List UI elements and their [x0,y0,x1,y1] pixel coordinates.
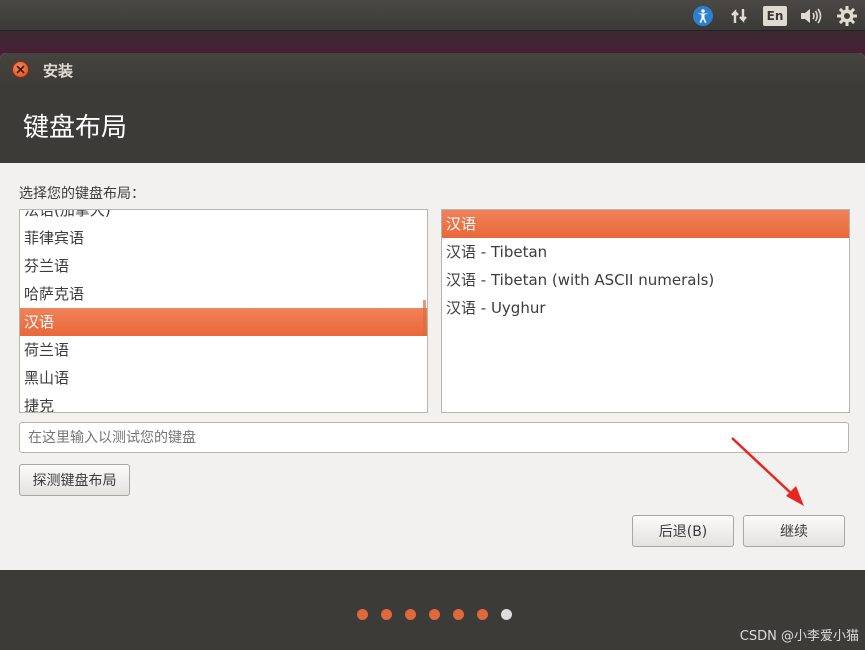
list-item[interactable]: 荷兰语 [20,336,427,364]
progress-dot [357,609,368,620]
list-item-selected[interactable]: 汉语 [442,210,849,238]
list-item-selected[interactable]: 汉语 [20,308,427,336]
list-item[interactable]: 捷克 [20,392,427,412]
keyboard-variant-list-items: 汉语 汉语 - Tibetan 汉语 - Tibetan (with ASCII… [442,210,849,322]
page-title: 键盘布局 [23,113,128,143]
accessibility-icon[interactable] [691,4,715,28]
close-window-button[interactable] [12,61,29,78]
annotation-arrow-icon [731,437,804,506]
close-icon [16,65,25,74]
watermark: CSDN @小李爱小猫 [739,629,859,644]
list-item[interactable]: 法语(加拿大) [20,210,427,224]
list-item[interactable]: 汉语 - Tibetan (with ASCII numerals) [442,266,849,294]
window-title: 安装 [43,62,74,80]
page-header: 键盘布局 [0,87,865,163]
list-item[interactable]: 芬兰语 [20,252,427,280]
network-transfer-icon[interactable] [727,4,751,28]
keyboard-layout-list[interactable]: 法语(加拿大) 菲律宾语 芬兰语 哈萨克语 汉语 荷兰语 黑山语 捷克 [19,209,428,413]
keyboard-test-input[interactable] [19,422,849,453]
list-item[interactable]: 汉语 - Tibetan [442,238,849,266]
progress-dot-current [501,609,512,620]
keyboard-variant-list[interactable]: 汉语 汉语 - Tibetan 汉语 - Tibetan (with ASCII… [441,209,850,413]
list-item[interactable]: 菲律宾语 [20,224,427,252]
gear-icon[interactable] [835,4,859,28]
installer-window: 安装 键盘布局 选择您的键盘布局： 法语(加拿大) 菲律宾语 芬兰语 哈萨克语 … [0,53,865,650]
window-titlebar: 安装 [0,53,865,87]
layout-prompt-label: 选择您的键盘布局： [19,186,145,202]
progress-dot [429,609,440,620]
progress-dot [453,609,464,620]
back-button[interactable]: 后退(B) [632,515,734,547]
input-method-label: En [763,6,787,26]
list-scroll-indicator[interactable] [423,300,426,336]
progress-dot [381,609,392,620]
system-tray: En [691,3,859,29]
volume-icon[interactable] [799,4,823,28]
list-item[interactable]: 汉语 - Uyghur [442,294,849,322]
continue-button[interactable]: 继续 [743,515,845,547]
keyboard-layout-list-items: 法语(加拿大) 菲律宾语 芬兰语 哈萨克语 汉语 荷兰语 黑山语 捷克 [20,210,427,412]
progress-dot [477,609,488,620]
progress-dots [357,609,512,620]
keyboard-language-indicator[interactable]: En [763,4,787,28]
progress-dot [405,609,416,620]
detect-layout-button[interactable]: 探测键盘布局 [19,464,130,496]
top-panel: En [0,0,865,31]
list-item[interactable]: 黑山语 [20,364,427,392]
list-item[interactable]: 哈萨克语 [20,280,427,308]
progress-footer [0,570,865,650]
